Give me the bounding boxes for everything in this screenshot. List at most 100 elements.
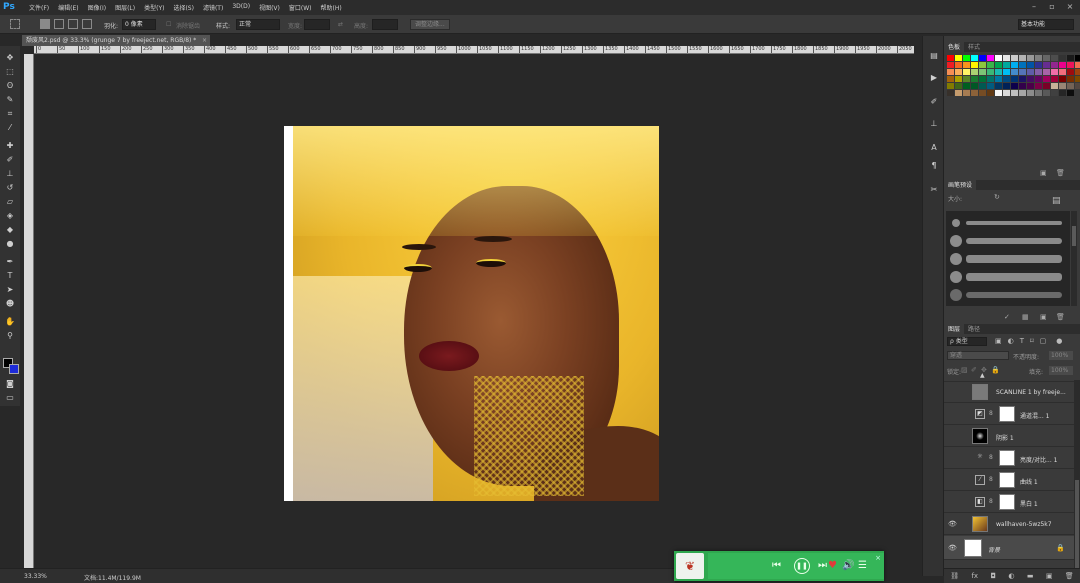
color-swatch[interactable] <box>1003 83 1010 89</box>
character-panel-icon[interactable]: A <box>928 142 940 154</box>
color-swatch[interactable] <box>995 55 1002 61</box>
delete-swatch-icon[interactable]: 🗑 <box>1056 169 1065 177</box>
color-swatch[interactable] <box>955 62 962 68</box>
brush-preset[interactable] <box>948 269 1068 285</box>
color-swatch[interactable] <box>1011 69 1018 75</box>
add-mask-icon[interactable]: ◘ <box>990 572 996 580</box>
opacity-input[interactable]: 100% <box>1049 351 1073 360</box>
color-swatch[interactable] <box>1035 90 1042 96</box>
color-swatch[interactable] <box>1067 69 1074 75</box>
color-swatch[interactable] <box>1011 90 1018 96</box>
color-swatch[interactable] <box>955 90 962 96</box>
color-swatch[interactable] <box>1035 76 1042 82</box>
color-swatch[interactable] <box>1067 90 1074 96</box>
color-swatch[interactable] <box>1075 62 1080 68</box>
color-swatch[interactable] <box>1003 62 1010 68</box>
eraser-tool-icon[interactable]: ▱ <box>3 196 17 208</box>
color-swatch[interactable] <box>995 90 1002 96</box>
screen-mode-icon[interactable]: ▭ <box>3 392 17 404</box>
filter-smart-icon[interactable]: ▢ <box>1040 337 1047 345</box>
color-swatch[interactable] <box>1067 62 1074 68</box>
color-swatch[interactable] <box>1019 69 1026 75</box>
dodge-tool-icon[interactable]: ● <box>3 238 17 250</box>
color-swatch[interactable] <box>1019 90 1026 96</box>
new-group-icon[interactable]: ▬ <box>1027 572 1034 580</box>
color-swatch[interactable] <box>1051 55 1058 61</box>
new-brush-icon[interactable]: ▣ <box>1040 313 1047 321</box>
pause-button[interactable]: ❚❚ <box>794 558 810 574</box>
color-swatch[interactable] <box>1067 55 1074 61</box>
new-selection-icon[interactable] <box>40 19 50 29</box>
color-swatch[interactable] <box>963 83 970 89</box>
brush-panel-icon[interactable]: ✐ <box>928 96 940 108</box>
menu-view[interactable]: 视图(V) <box>259 3 280 12</box>
hand-tool-icon[interactable]: ✋ <box>3 316 17 328</box>
color-swatch[interactable] <box>971 69 978 75</box>
like-heart-icon[interactable]: ♥ <box>828 561 837 571</box>
color-swatch[interactable] <box>963 62 970 68</box>
menu-layer[interactable]: 图层(L) <box>115 3 135 12</box>
color-swatch[interactable] <box>963 55 970 61</box>
tab-styles[interactable]: 样式 <box>964 42 984 52</box>
menu-edit[interactable]: 编辑(E) <box>58 3 78 12</box>
color-swatch[interactable] <box>963 90 970 96</box>
color-swatch[interactable] <box>987 90 994 96</box>
color-swatch[interactable] <box>1075 55 1080 61</box>
color-swatch[interactable] <box>1059 69 1066 75</box>
minimize-icon[interactable]: – <box>1028 2 1040 12</box>
tab-swatches[interactable]: 色板 <box>944 42 965 52</box>
layer-row[interactable]: 阴影 1 <box>944 426 1074 447</box>
delete-brush-icon[interactable]: 🗑 <box>1056 313 1065 321</box>
color-swatch[interactable] <box>979 83 986 89</box>
brush-preset[interactable] <box>948 251 1068 267</box>
color-swatch[interactable] <box>1019 62 1026 68</box>
color-swatch[interactable] <box>1059 55 1066 61</box>
color-swatch[interactable] <box>1027 62 1034 68</box>
color-swatch[interactable] <box>963 69 970 75</box>
color-swatch[interactable] <box>1027 83 1034 89</box>
color-swatch[interactable] <box>971 76 978 82</box>
healing-brush-icon[interactable]: ✚ <box>3 140 17 152</box>
color-swatch[interactable] <box>1043 55 1050 61</box>
new-layer-icon[interactable]: ▣ <box>1046 572 1053 580</box>
menu-help[interactable]: 帮助(H) <box>321 3 342 12</box>
color-swatch[interactable] <box>995 62 1002 68</box>
layer-row[interactable]: ◧ 8 黑白 1 <box>944 492 1074 513</box>
move-tool-icon[interactable]: ✥ <box>3 52 17 64</box>
height-input[interactable] <box>372 19 398 30</box>
color-swatch[interactable] <box>971 90 978 96</box>
add-selection-icon[interactable] <box>54 19 64 29</box>
brush-folder-icon[interactable]: ▤ <box>1052 196 1061 206</box>
brush-grid-icon[interactable]: ▦ <box>1022 313 1029 321</box>
color-swatch[interactable] <box>1043 76 1050 82</box>
color-swatch[interactable] <box>947 62 954 68</box>
color-swatch[interactable] <box>1051 62 1058 68</box>
color-swatch[interactable] <box>979 62 986 68</box>
path-select-icon[interactable]: ➤ <box>3 284 17 296</box>
color-swatch[interactable] <box>1011 83 1018 89</box>
brush-tool-icon[interactable]: ✐ <box>3 154 17 166</box>
menu-filter[interactable]: 滤镜(T) <box>203 3 223 12</box>
swap-dimensions-icon[interactable]: ⇄ <box>338 21 343 28</box>
brush-preset[interactable] <box>948 233 1068 249</box>
color-swatch[interactable] <box>1075 76 1080 82</box>
color-swatch[interactable] <box>1027 90 1034 96</box>
color-swatch[interactable] <box>1051 83 1058 89</box>
layer-row[interactable]: ◩ 8 通道混... 1 <box>944 404 1074 425</box>
type-tool-icon[interactable]: T <box>3 270 17 282</box>
link-layers-icon[interactable]: ⛓ <box>950 572 959 580</box>
marquee-tool-icon[interactable] <box>10 19 20 29</box>
layer-row-partial[interactable]: ▲ <box>944 372 1074 382</box>
color-swatch[interactable] <box>1035 69 1042 75</box>
color-swatch[interactable] <box>1059 83 1066 89</box>
color-swatch[interactable] <box>1043 83 1050 89</box>
blend-mode-select[interactable]: 穿透 <box>947 351 1009 360</box>
layer-row-background[interactable]: 👁 背景 🔒 <box>944 536 1074 560</box>
brush-preset-list[interactable] <box>946 211 1070 306</box>
quick-mask-icon[interactable]: ◙ <box>3 378 17 390</box>
zoom-tool-icon[interactable]: ⚲ <box>3 330 17 342</box>
paint-bucket-icon[interactable]: ◈ <box>3 210 17 222</box>
menu-select[interactable]: 选择(S) <box>173 3 194 12</box>
color-swatch[interactable] <box>1003 76 1010 82</box>
menu-image[interactable]: 图像(I) <box>88 3 106 12</box>
